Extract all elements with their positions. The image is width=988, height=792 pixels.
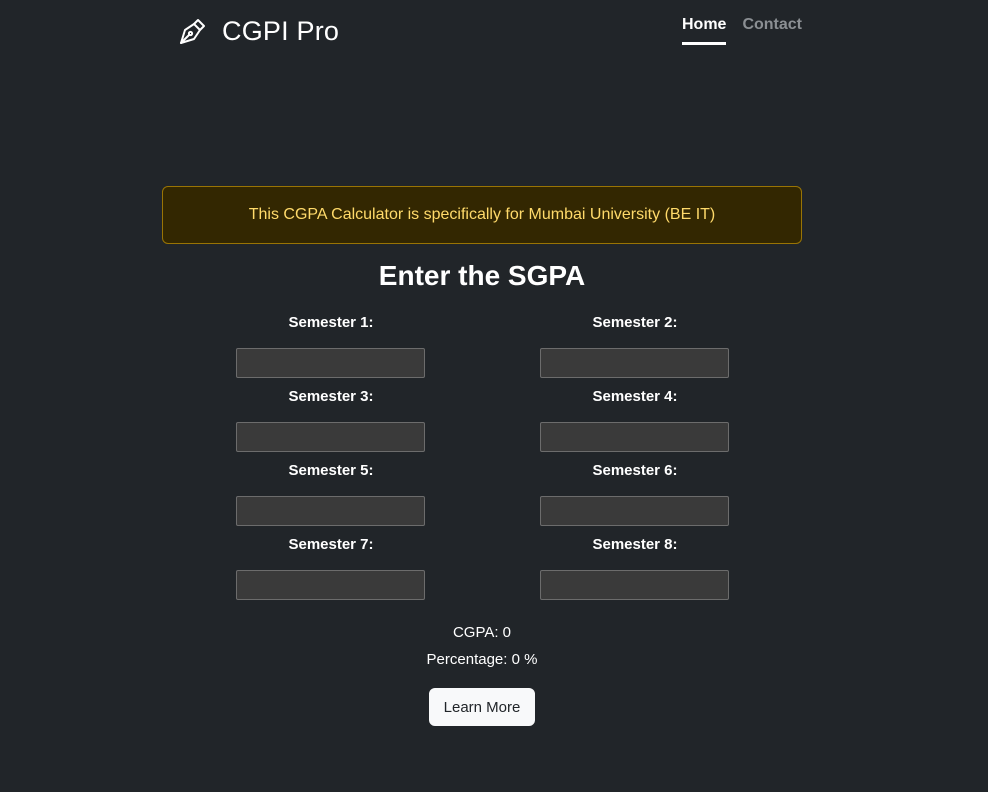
- semester-4-group: Semester 4:: [540, 386, 730, 452]
- nav-home-link[interactable]: Home: [682, 16, 727, 45]
- semester-4-label: Semester 4:: [592, 388, 678, 405]
- semester-8-input[interactable]: [540, 570, 729, 600]
- pen-nib-icon: [178, 16, 208, 46]
- semester-4-input[interactable]: [540, 422, 729, 452]
- semester-2-label: Semester 2:: [592, 314, 678, 331]
- brand[interactable]: CGPI Pro: [178, 12, 339, 50]
- alert-text: This CGPA Calculator is specifically for…: [248, 206, 716, 223]
- semester-1-group: Semester 1:: [236, 312, 426, 378]
- semester-2-group: Semester 2:: [540, 312, 730, 378]
- semester-7-group: Semester 7:: [236, 534, 426, 600]
- semester-1-label: Semester 1:: [288, 314, 374, 331]
- semester-5-group: Semester 5:: [236, 460, 426, 526]
- semester-5-input[interactable]: [236, 496, 425, 526]
- percentage-result: Percentage: 0 %: [426, 651, 538, 668]
- semester-6-label: Semester 6:: [592, 462, 678, 479]
- brand-name: CGPI Pro: [222, 15, 340, 46]
- learn-more-button[interactable]: Learn More: [429, 688, 535, 726]
- semester-2-input[interactable]: [540, 348, 729, 378]
- semester-3-input[interactable]: [236, 422, 425, 452]
- semester-3-label: Semester 3:: [288, 388, 374, 405]
- semester-3-group: Semester 3:: [236, 386, 426, 452]
- main-nav: Home Contact: [682, 16, 802, 45]
- info-alert: This CGPA Calculator is specifically for…: [162, 186, 802, 244]
- semester-1-input[interactable]: [236, 348, 425, 378]
- semester-7-label: Semester 7:: [288, 536, 374, 553]
- page: CGPI Pro Home Contact This CGPA Calculat…: [0, 0, 988, 792]
- cgpa-result: CGPA: 0: [452, 624, 512, 641]
- semester-8-label: Semester 8:: [592, 536, 678, 553]
- semester-8-group: Semester 8:: [540, 534, 730, 600]
- semester-7-input[interactable]: [236, 570, 425, 600]
- nav-contact-link[interactable]: Contact: [742, 16, 802, 45]
- semester-5-label: Semester 5:: [288, 462, 374, 479]
- semester-6-group: Semester 6:: [540, 460, 730, 526]
- page-heading: Enter the SGPA: [378, 260, 586, 291]
- semester-6-input[interactable]: [540, 496, 729, 526]
